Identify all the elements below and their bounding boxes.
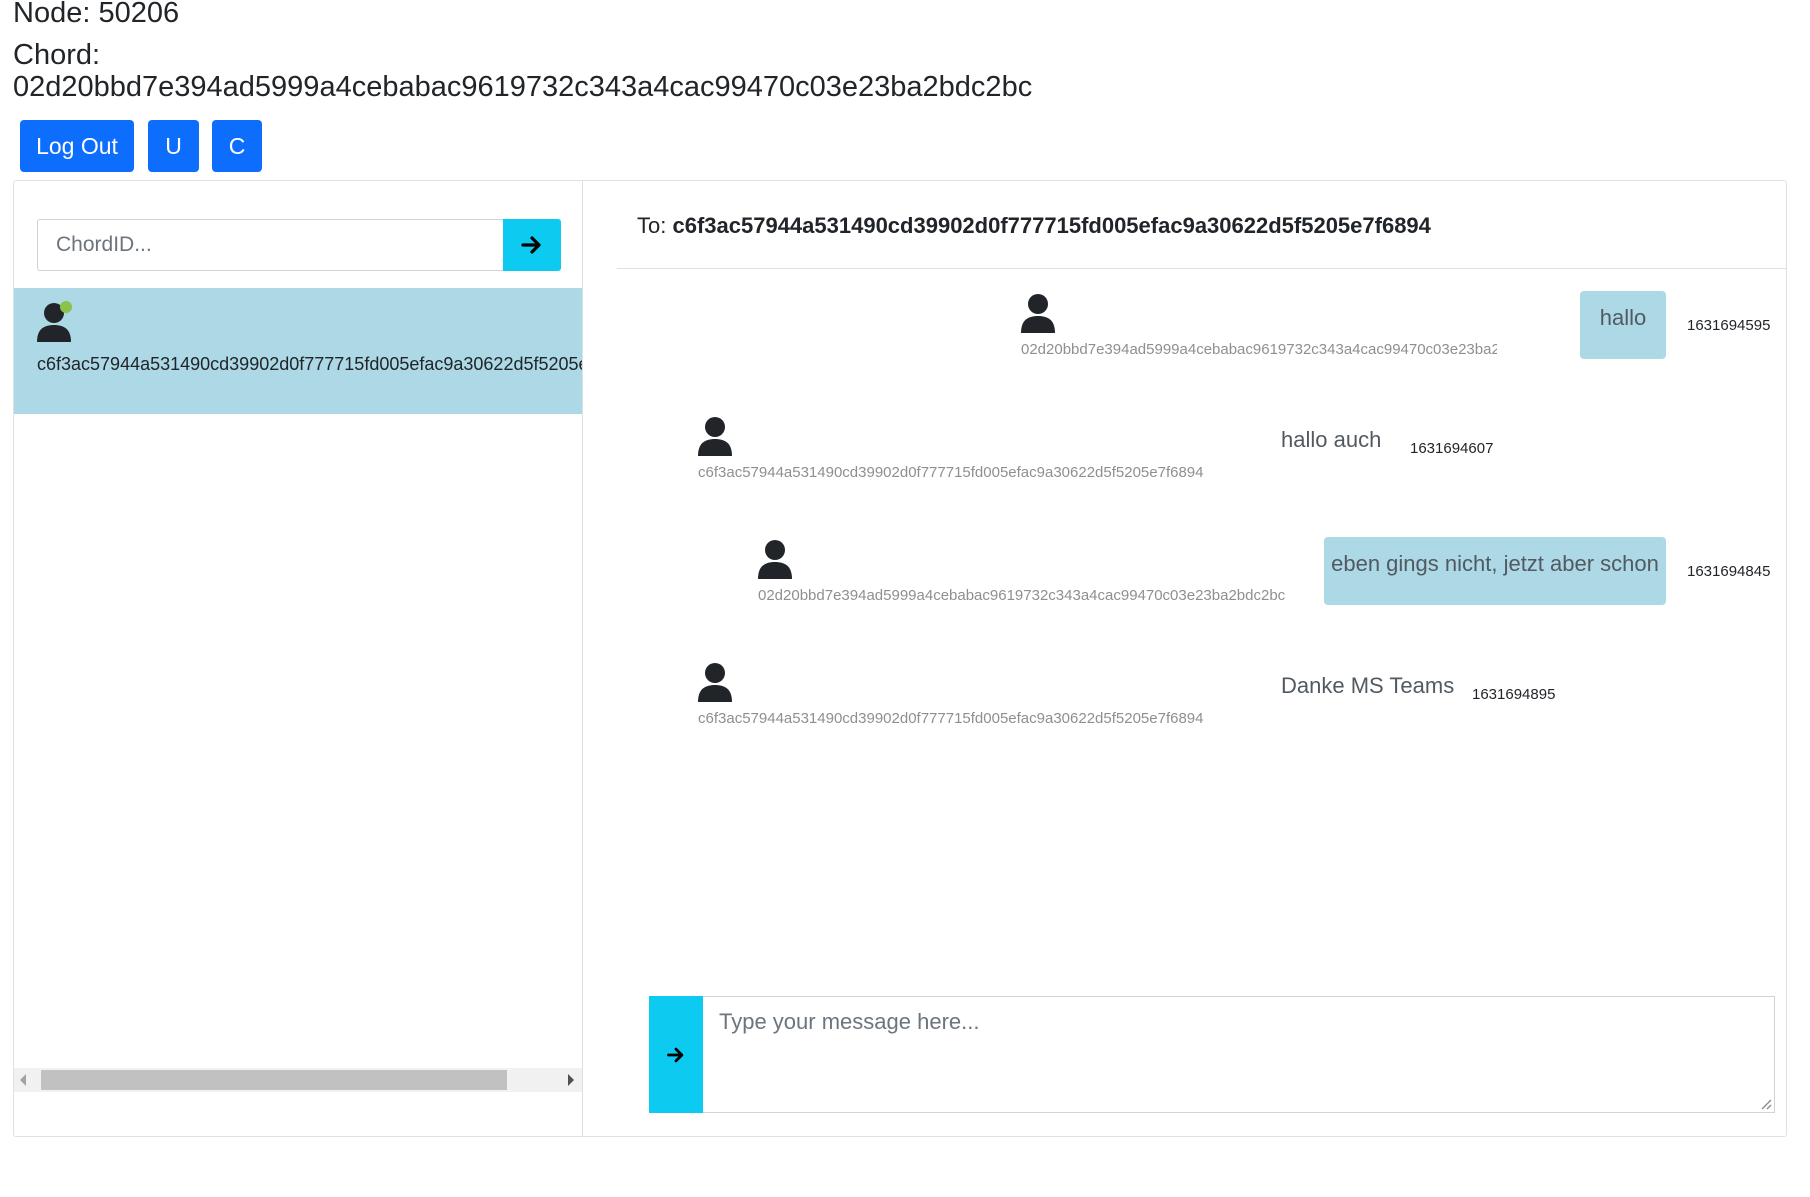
to-label: To: xyxy=(637,213,667,238)
search-submit-button[interactable] xyxy=(503,219,561,271)
scroll-right-arrow-icon[interactable] xyxy=(568,1074,574,1086)
node-title: Node: 50206 xyxy=(13,0,180,29)
message-bubble: hallo xyxy=(1580,291,1666,359)
u-button[interactable]: U xyxy=(148,120,199,172)
online-status-dot xyxy=(60,301,72,313)
chat-app-container: c6f3ac57944a531490cd39902d0f777715fd005e… xyxy=(13,180,1787,1137)
chord-id: 02d20bbd7e394ad5999a4cebabac9619732c343a… xyxy=(13,71,1033,103)
recipient-chord-id: c6f3ac57944a531490cd39902d0f777715fd005e… xyxy=(672,213,1431,238)
user-avatar-icon xyxy=(698,663,732,702)
user-avatar-icon xyxy=(1021,294,1055,333)
scroll-left-arrow-icon[interactable] xyxy=(20,1074,26,1086)
send-message-button[interactable] xyxy=(649,996,703,1113)
message-timestamp: 1631694595 xyxy=(1687,317,1771,334)
message-item: 02d20bbd7e394ad5999a4cebabac9619732c343a… xyxy=(584,537,1786,617)
arrow-right-icon xyxy=(521,236,541,254)
message-timestamp: 1631694607 xyxy=(1410,440,1494,457)
contacts-sidebar: c6f3ac57944a531490cd39902d0f777715fd005e… xyxy=(14,181,583,1136)
message-timestamp: 1631694895 xyxy=(1472,686,1556,703)
recipient-line: To: c6f3ac57944a531490cd39902d0f777715fd… xyxy=(637,213,1431,239)
user-avatar-icon xyxy=(698,417,732,456)
message-sender: 02d20bbd7e394ad5999a4cebabac9619732c343a… xyxy=(758,587,1286,604)
search-bar xyxy=(37,219,562,271)
message-sender: c6f3ac57944a531490cd39902d0f777715fd005e… xyxy=(698,464,1204,481)
resize-handle-icon[interactable] xyxy=(1758,1096,1772,1110)
message-sender: c6f3ac57944a531490cd39902d0f777715fd005e… xyxy=(698,710,1204,727)
arrow-right-icon xyxy=(667,1047,684,1062)
chat-panel: To: c6f3ac57944a531490cd39902d0f777715fd… xyxy=(584,181,1786,1136)
contact-list-item[interactable]: c6f3ac57944a531490cd39902d0f777715fd005e… xyxy=(14,288,583,414)
logout-button[interactable]: Log Out xyxy=(20,120,134,172)
user-avatar-icon xyxy=(758,540,792,579)
scrollbar-thumb[interactable] xyxy=(41,1070,507,1090)
chat-header: To: c6f3ac57944a531490cd39902d0f777715fd… xyxy=(617,181,1786,269)
message-input[interactable] xyxy=(703,996,1775,1113)
c-button[interactable]: C xyxy=(212,120,262,172)
message-text: hallo auch xyxy=(1281,427,1382,452)
message-item: c6f3ac57944a531490cd39902d0f777715fd005e… xyxy=(584,414,1786,494)
message-sender: 02d20bbd7e394ad5999a4cebabac9619732c343a… xyxy=(1021,341,1497,358)
message-bubble: eben gings nicht, jetzt aber schon xyxy=(1324,537,1666,605)
chord-label: Chord: xyxy=(13,39,101,71)
horizontal-scrollbar[interactable] xyxy=(14,1068,582,1092)
contact-chord-id: c6f3ac57944a531490cd39902d0f777715fd005e… xyxy=(37,354,583,374)
message-composer xyxy=(649,996,1775,1113)
message-item: c6f3ac57944a531490cd39902d0f777715fd005e… xyxy=(584,660,1786,740)
message-timestamp: 1631694845 xyxy=(1687,563,1771,580)
message-text: Danke MS Teams xyxy=(1281,673,1455,698)
message-item: 02d20bbd7e394ad5999a4cebabac9619732c343a… xyxy=(584,291,1786,371)
chord-id-search-input[interactable] xyxy=(37,219,503,271)
